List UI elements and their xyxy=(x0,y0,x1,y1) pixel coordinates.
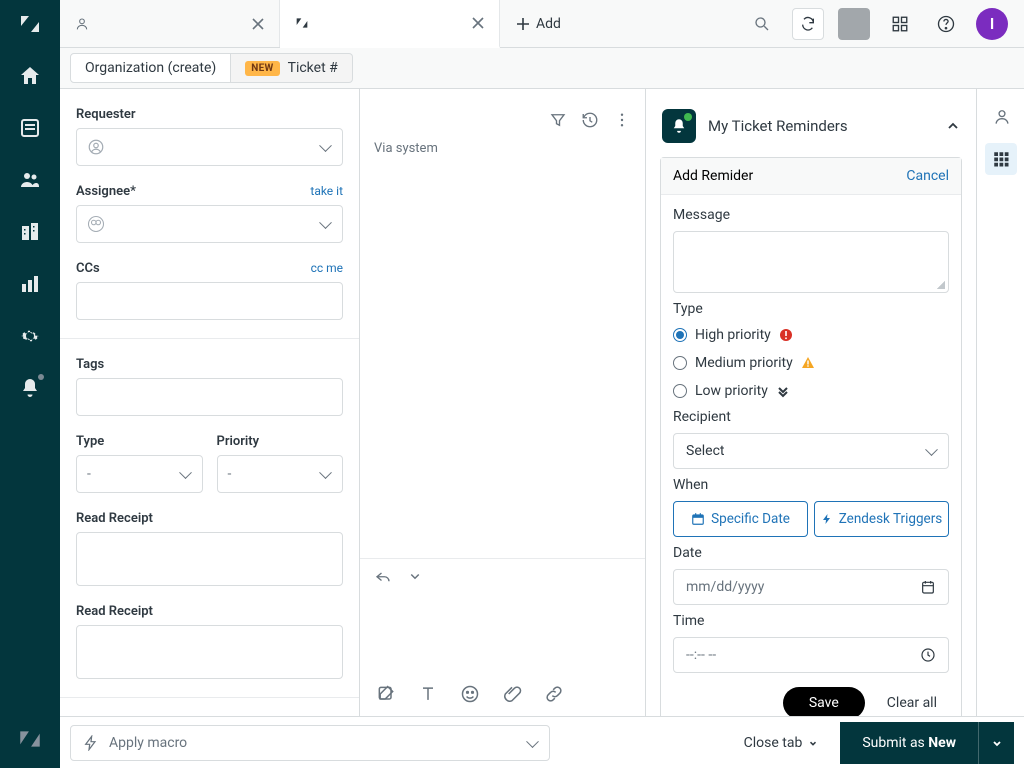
read-receipt-label: Read Receipt xyxy=(76,511,153,526)
radio-medium[interactable]: Medium priority xyxy=(673,353,949,373)
message-label: Message xyxy=(673,207,949,223)
radio-low[interactable]: Low priority xyxy=(673,381,949,401)
close-icon[interactable] xyxy=(471,16,485,30)
when-label: When xyxy=(673,477,949,493)
app-panel: My Ticket Reminders Add Remider Cancel M… xyxy=(646,89,976,716)
brand-logo[interactable] xyxy=(18,12,42,36)
requester-select[interactable] xyxy=(76,128,343,166)
customers-icon[interactable] xyxy=(18,168,42,192)
recipient-label: Recipient xyxy=(673,409,949,425)
chevron-down-icon[interactable] xyxy=(406,567,424,585)
date-input[interactable]: mm/dd/yyyy xyxy=(673,569,949,605)
emoji-icon[interactable] xyxy=(460,684,480,704)
time-label: Time xyxy=(673,613,949,629)
zendesk-footer-icon[interactable] xyxy=(17,726,43,752)
medium-priority-icon xyxy=(801,356,815,370)
high-priority-icon xyxy=(779,328,793,342)
reporting-icon[interactable] xyxy=(18,272,42,296)
link-icon[interactable] xyxy=(544,684,564,704)
nav-rail xyxy=(0,0,60,768)
breadcrumb-ticket[interactable]: NEW Ticket # xyxy=(231,53,353,83)
footer-bar: Apply macro Close tab Submit as New xyxy=(60,716,1024,768)
admin-icon[interactable] xyxy=(18,324,42,348)
message-textarea[interactable] xyxy=(673,231,949,293)
read-receipt-label-2: Read Receipt xyxy=(76,604,153,619)
apply-macro-select[interactable]: Apply macro xyxy=(70,725,550,761)
tags-label: Tags xyxy=(76,357,104,372)
organizations-icon[interactable] xyxy=(18,220,42,244)
reminder-card: Add Remider Cancel Message Type High pri… xyxy=(660,157,962,716)
read-receipt-input-1[interactable] xyxy=(76,532,343,586)
compose-icon[interactable] xyxy=(376,684,396,704)
clear-all-button[interactable]: Clear all xyxy=(887,695,937,711)
time-input[interactable]: --:-- -- xyxy=(673,637,949,673)
search-icon[interactable] xyxy=(746,8,778,40)
read-receipt-input-2[interactable] xyxy=(76,625,343,679)
specific-date-button[interactable]: Specific Date xyxy=(673,501,808,537)
reply-icon[interactable] xyxy=(374,567,392,585)
cc-me-link[interactable]: cc me xyxy=(311,261,343,275)
breadcrumb-org[interactable]: Organization (create) xyxy=(70,53,231,83)
filter-icon[interactable] xyxy=(549,111,567,129)
notifications-icon[interactable] xyxy=(18,376,42,400)
radio-high[interactable]: High priority xyxy=(673,325,949,345)
save-button[interactable]: Save xyxy=(783,687,865,716)
ticket-icon xyxy=(294,15,310,31)
toolbar-gray-box[interactable] xyxy=(838,8,870,40)
priority-label: Priority xyxy=(217,434,260,449)
app-title: My Ticket Reminders xyxy=(708,117,934,135)
submit-button[interactable]: Submit as New xyxy=(840,735,978,751)
assignee-label: Assignee* xyxy=(76,184,136,199)
refresh-button[interactable] xyxy=(792,8,824,40)
low-priority-icon xyxy=(776,384,790,398)
app-icon xyxy=(662,109,696,143)
collapse-icon[interactable] xyxy=(946,119,960,133)
help-icon[interactable] xyxy=(930,8,962,40)
breadcrumb: Organization (create) NEW Ticket # xyxy=(60,48,1024,88)
type-select[interactable]: - xyxy=(76,455,203,493)
more-icon[interactable] xyxy=(613,111,631,129)
recipient-select[interactable]: Select xyxy=(673,433,949,469)
type-label: Type xyxy=(673,301,949,317)
requester-label: Requester xyxy=(76,107,136,122)
submit-caret[interactable] xyxy=(978,722,1014,764)
avatar[interactable]: I xyxy=(976,8,1008,40)
user-icon xyxy=(74,16,90,32)
via-system-label: Via system xyxy=(374,141,438,156)
attachment-icon[interactable] xyxy=(502,684,522,704)
apps-grid-icon[interactable] xyxy=(985,143,1017,175)
new-badge: NEW xyxy=(245,61,279,76)
apps-icon[interactable] xyxy=(884,8,916,40)
ccs-label: CCs xyxy=(76,261,100,276)
close-icon[interactable] xyxy=(251,17,265,31)
properties-panel: Requester Assignee* take it xyxy=(60,89,360,716)
conversation-panel: Via system xyxy=(360,89,646,716)
priority-select[interactable]: - xyxy=(217,455,344,493)
add-tab-label: Add xyxy=(536,16,561,32)
tab-ticket[interactable] xyxy=(280,0,500,48)
context-rail xyxy=(976,89,1024,716)
date-label: Date xyxy=(673,545,949,561)
ccs-input[interactable] xyxy=(76,282,343,320)
take-it-link[interactable]: take it xyxy=(310,184,343,198)
cancel-link[interactable]: Cancel xyxy=(906,168,949,184)
zendesk-triggers-button[interactable]: Zendesk Triggers xyxy=(814,501,949,537)
type-label: Type xyxy=(76,434,104,449)
submit-button-group: Submit as New xyxy=(840,722,1014,764)
card-title: Add Remider xyxy=(673,168,753,184)
assignee-select[interactable] xyxy=(76,205,343,243)
history-icon[interactable] xyxy=(581,111,599,129)
views-icon[interactable] xyxy=(18,116,42,140)
home-icon[interactable] xyxy=(18,64,42,88)
tags-input[interactable] xyxy=(76,378,343,416)
user-icon[interactable] xyxy=(992,107,1010,125)
close-tab-button[interactable]: Close tab xyxy=(744,735,819,751)
add-tab-button[interactable]: Add xyxy=(500,0,577,47)
tabbar: Add I xyxy=(60,0,1024,48)
text-icon[interactable] xyxy=(418,684,438,704)
tab-user[interactable] xyxy=(60,0,280,47)
